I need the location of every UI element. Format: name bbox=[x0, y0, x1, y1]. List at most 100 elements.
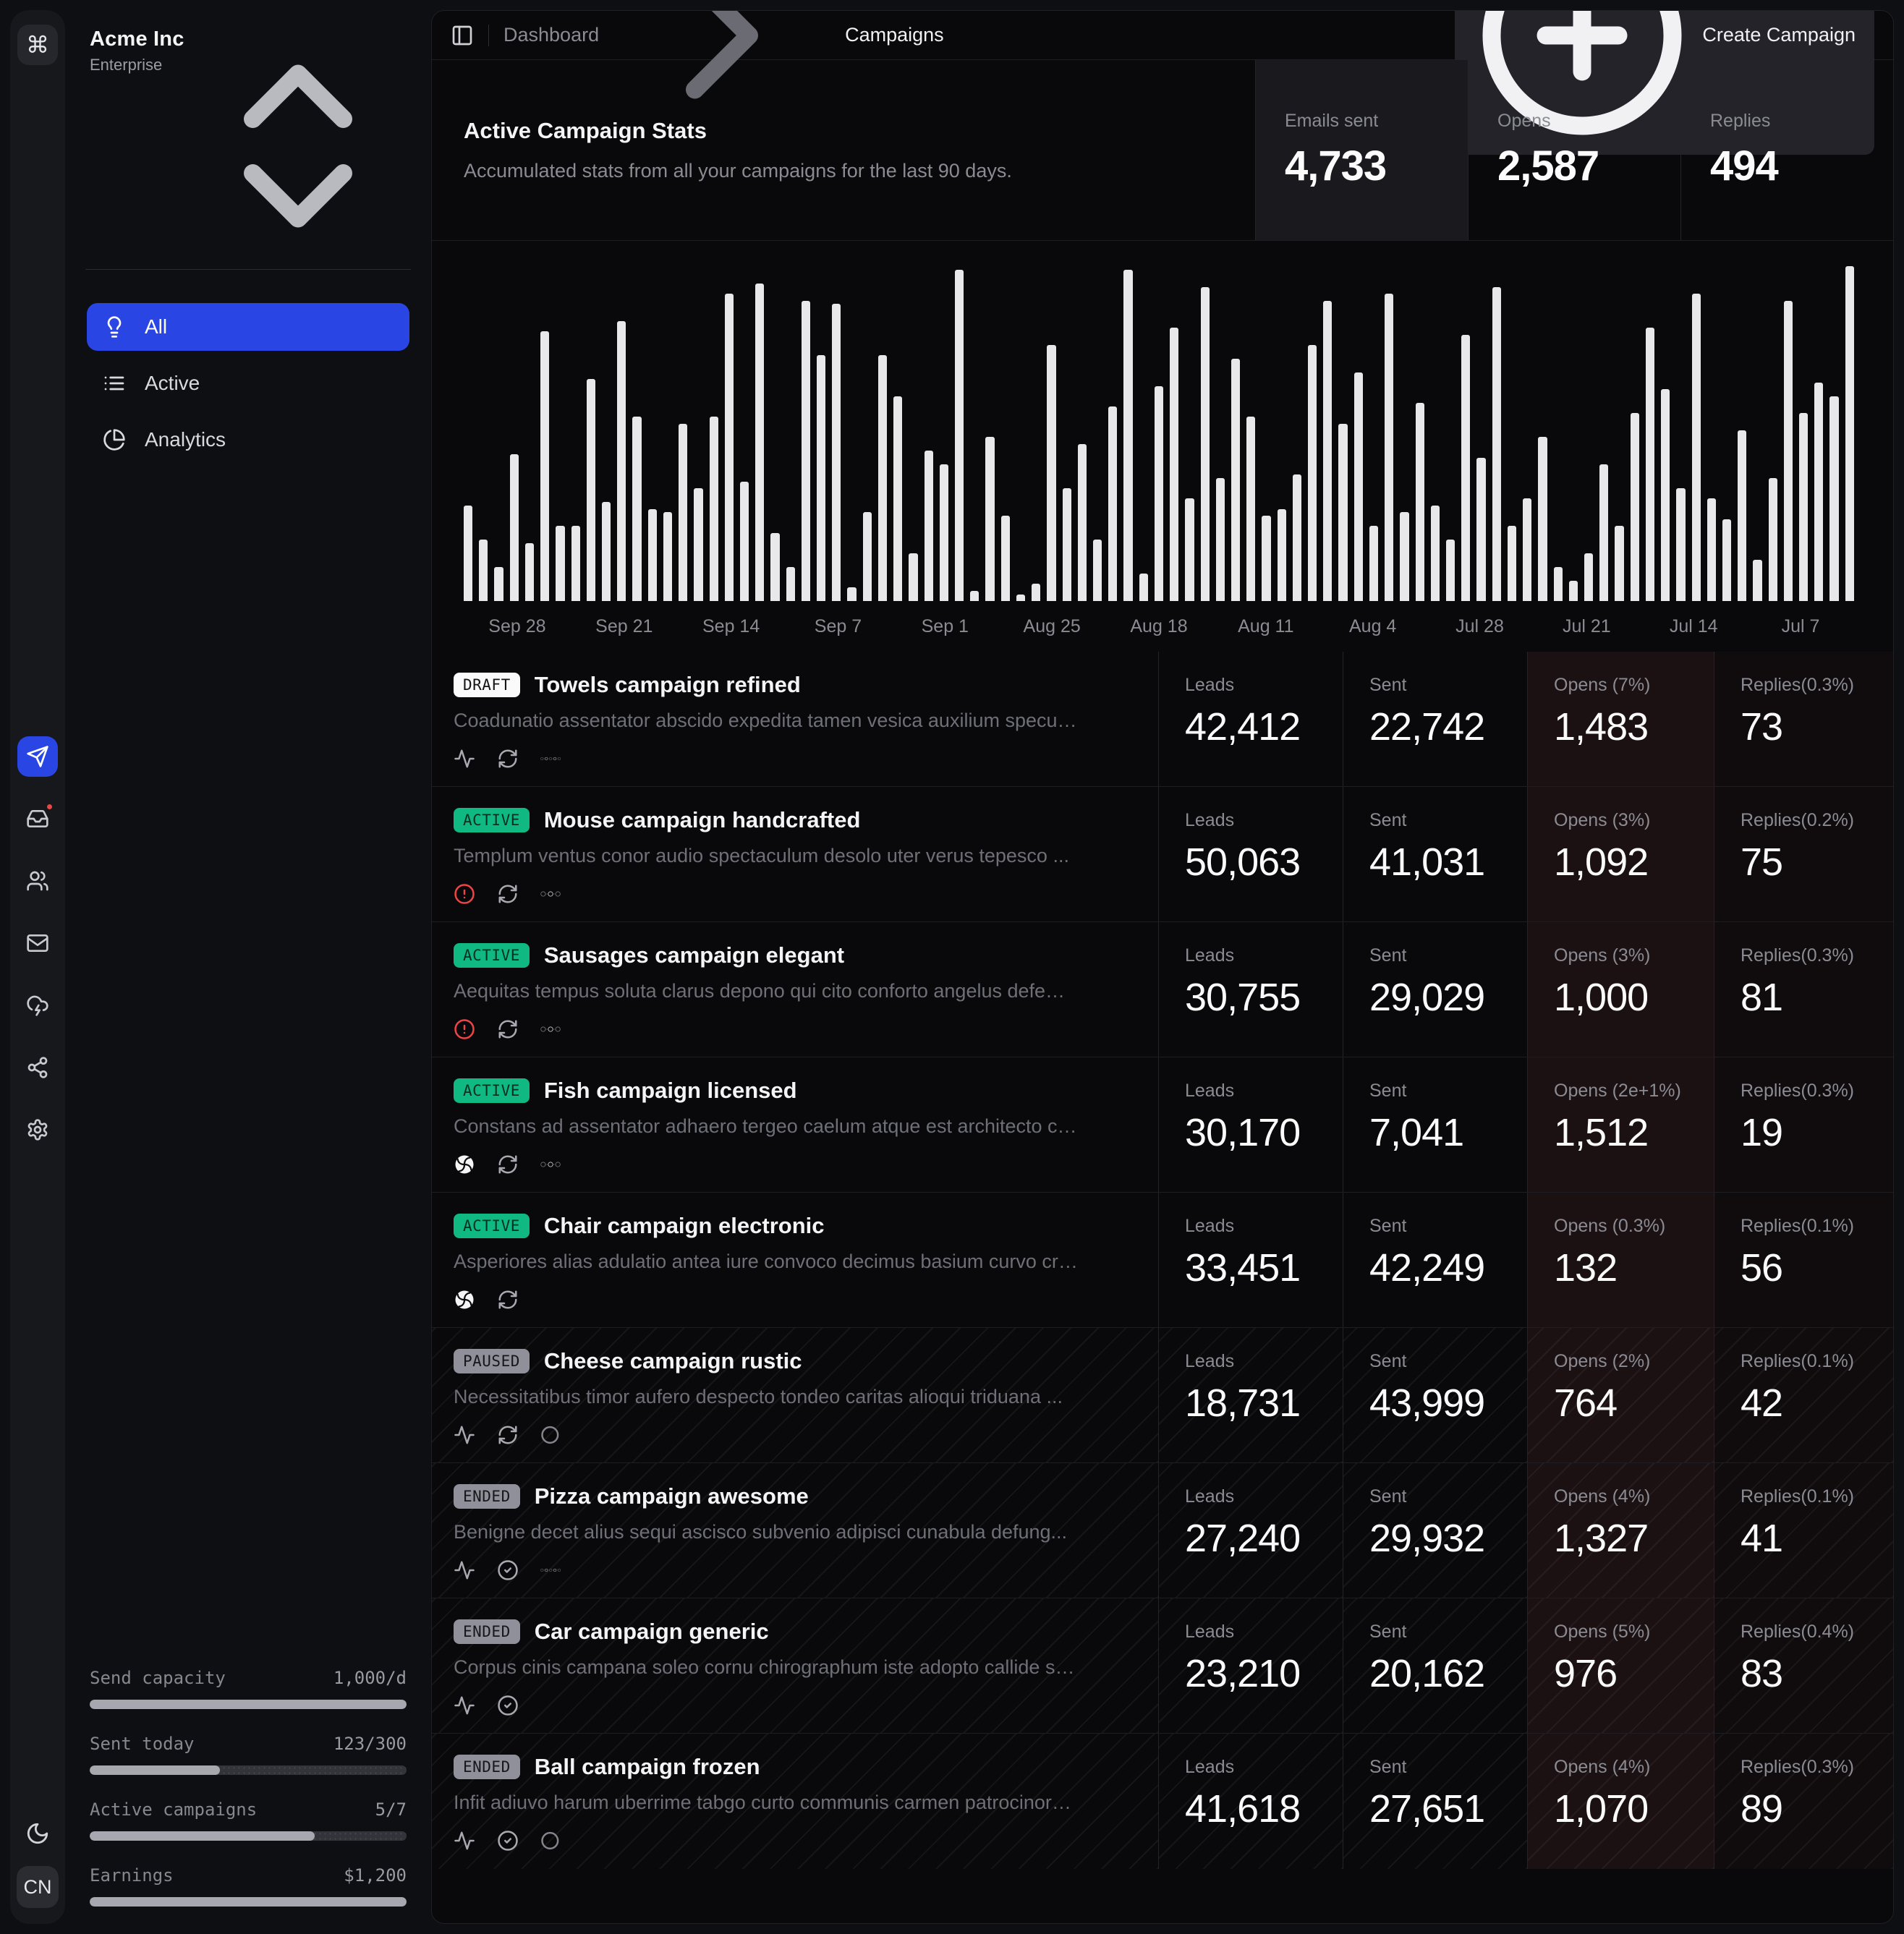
chart-bar bbox=[494, 567, 503, 601]
dark-mode-toggle[interactable] bbox=[25, 1821, 50, 1846]
replies-label: Replies(0.4%) bbox=[1741, 1620, 1878, 1644]
rail-item-send[interactable] bbox=[17, 736, 58, 777]
campaign-info[interactable]: ENDEDBall campaign frozenInfit adiuvo ha… bbox=[432, 1734, 1158, 1869]
campaign-title: Towels campaign refined bbox=[535, 672, 801, 698]
sidebar-item-all[interactable]: All bbox=[87, 303, 409, 351]
campaign-description: Constans ad assentator adhaero tergeo ca… bbox=[454, 1115, 1134, 1138]
campaign-info[interactable]: PAUSEDCheese campaign rusticNecessitatib… bbox=[432, 1328, 1158, 1462]
leads-value: 41,618 bbox=[1185, 1786, 1343, 1831]
opens-cell: Opens (2e+1%)1,512 bbox=[1527, 1057, 1714, 1192]
sidebar-item-active[interactable]: Active bbox=[87, 359, 409, 407]
team-switcher[interactable]: Acme Inc Enterprise bbox=[87, 22, 409, 269]
activity-icon[interactable] bbox=[454, 1695, 475, 1716]
pinwheel-icon[interactable] bbox=[454, 1154, 475, 1175]
opens-value: 1,070 bbox=[1554, 1786, 1714, 1831]
x-axis-tick: Jul 14 bbox=[1640, 616, 1747, 637]
status-badge: DRAFT bbox=[454, 673, 520, 697]
status-badge: ENDED bbox=[454, 1755, 520, 1779]
leads-label: Leads bbox=[1185, 1214, 1322, 1238]
rail-item-settings[interactable] bbox=[17, 1109, 58, 1150]
x-axis-tick: Sep 1 bbox=[891, 616, 998, 637]
alert-circle-icon[interactable] bbox=[454, 883, 475, 905]
rail-item-cloud-lightning[interactable] bbox=[17, 985, 58, 1026]
campaign-info[interactable]: ACTIVEFish campaign licensedConstans ad … bbox=[432, 1057, 1158, 1192]
refresh-icon[interactable] bbox=[497, 748, 519, 770]
leads-label: Leads bbox=[1185, 944, 1322, 968]
chart-bar bbox=[1431, 506, 1440, 601]
mail-icon bbox=[26, 932, 49, 955]
chart-bar bbox=[1753, 560, 1761, 601]
check-circle-icon[interactable] bbox=[497, 1559, 519, 1581]
campaign-info[interactable]: ACTIVEChair campaign electronicAsperiore… bbox=[432, 1193, 1158, 1327]
opens-value: 1,483 bbox=[1554, 704, 1714, 749]
campaign-info[interactable]: DRAFTTowels campaign refinedCoadunatio a… bbox=[432, 652, 1158, 786]
refresh-icon[interactable] bbox=[497, 1424, 519, 1446]
sent-label: Sent bbox=[1369, 1214, 1507, 1238]
stats-subtitle: Accumulated stats from all your campaign… bbox=[464, 160, 1223, 182]
campaign-info[interactable]: ACTIVESausages campaign elegantAequitas … bbox=[432, 922, 1158, 1057]
activity-icon[interactable] bbox=[454, 1830, 475, 1852]
refresh-icon[interactable] bbox=[497, 883, 519, 905]
leads-label: Leads bbox=[1185, 1485, 1322, 1509]
chart-bar bbox=[909, 553, 917, 601]
notification-dot bbox=[46, 803, 54, 811]
chart-bar bbox=[1738, 430, 1746, 601]
replies-cell: Replies(0.3%)73 bbox=[1714, 652, 1893, 786]
chart-bar bbox=[1845, 266, 1854, 601]
campaign-row: PAUSEDCheese campaign rusticNecessitatib… bbox=[432, 1328, 1893, 1463]
sequence-steps-icon bbox=[540, 1424, 562, 1446]
leads-value: 30,170 bbox=[1185, 1110, 1343, 1155]
campaign-info[interactable]: ACTIVEMouse campaign handcraftedTemplum … bbox=[432, 787, 1158, 921]
usage-progress-track bbox=[90, 1700, 407, 1709]
replies-cell: Replies(0.1%)56 bbox=[1714, 1193, 1893, 1327]
sent-value: 29,029 bbox=[1369, 975, 1527, 1020]
chart-bar bbox=[755, 284, 764, 601]
leads-label: Leads bbox=[1185, 1620, 1322, 1644]
refresh-icon[interactable] bbox=[497, 1289, 519, 1311]
chart-bar bbox=[1201, 287, 1210, 601]
check-circle-icon[interactable] bbox=[497, 1830, 519, 1852]
chart-bar bbox=[1231, 359, 1240, 601]
replies-value: 73 bbox=[1741, 704, 1893, 749]
leads-cell: Leads33,451 bbox=[1158, 1193, 1343, 1327]
chart-bar bbox=[1001, 516, 1010, 601]
user-avatar[interactable]: CN bbox=[17, 1866, 59, 1908]
rail-item-share[interactable] bbox=[17, 1047, 58, 1088]
main-header: Dashboard Campaigns Create Campaign bbox=[432, 11, 1893, 60]
opens-cell: Opens (5%)976 bbox=[1527, 1598, 1714, 1733]
rail-item-mail[interactable] bbox=[17, 923, 58, 963]
activity-icon[interactable] bbox=[454, 1559, 475, 1581]
replies-value: 19 bbox=[1741, 1110, 1893, 1155]
stat-value: 494 bbox=[1710, 142, 1893, 190]
chart-bar bbox=[1262, 516, 1270, 601]
opens-label: Opens (3%) bbox=[1554, 944, 1691, 968]
leads-value: 30,755 bbox=[1185, 975, 1343, 1020]
refresh-icon[interactable] bbox=[497, 1018, 519, 1040]
alert-circle-icon[interactable] bbox=[454, 1018, 475, 1040]
rail-item-inbox[interactable] bbox=[17, 798, 58, 839]
leads-cell: Leads50,063 bbox=[1158, 787, 1343, 921]
chart-bar bbox=[1400, 512, 1408, 601]
activity-icon[interactable] bbox=[454, 748, 475, 770]
x-axis-tick: Jul 28 bbox=[1427, 616, 1534, 637]
command-menu-button[interactable]: ⌘ bbox=[17, 25, 58, 65]
rail-item-users[interactable] bbox=[17, 861, 58, 901]
sidebar-toggle-button[interactable] bbox=[451, 24, 474, 47]
campaign-info[interactable]: ENDEDPizza campaign awesomeBenigne decet… bbox=[432, 1463, 1158, 1598]
sidebar-nav: All Active Analytics bbox=[87, 303, 409, 464]
breadcrumb-dashboard[interactable]: Dashboard bbox=[503, 24, 599, 46]
refresh-icon[interactable] bbox=[497, 1154, 519, 1175]
campaign-info[interactable]: ENDEDCar campaign genericCorpus cinis ca… bbox=[432, 1598, 1158, 1733]
usage-value: 123/300 bbox=[333, 1734, 407, 1754]
pinwheel-icon[interactable] bbox=[454, 1289, 475, 1311]
sidebar-item-analytics[interactable]: Analytics bbox=[87, 416, 409, 464]
opens-cell: Opens (0.3%)132 bbox=[1527, 1193, 1714, 1327]
replies-cell: Replies(0.2%)75 bbox=[1714, 787, 1893, 921]
x-axis-tick: Aug 18 bbox=[1105, 616, 1212, 637]
opens-cell: Opens (4%)1,070 bbox=[1527, 1734, 1714, 1869]
team-plan: Enterprise bbox=[90, 56, 184, 74]
chart-bar bbox=[1584, 553, 1593, 601]
activity-icon[interactable] bbox=[454, 1424, 475, 1446]
stat-value: 4,733 bbox=[1285, 142, 1468, 190]
check-circle-icon[interactable] bbox=[497, 1695, 519, 1716]
